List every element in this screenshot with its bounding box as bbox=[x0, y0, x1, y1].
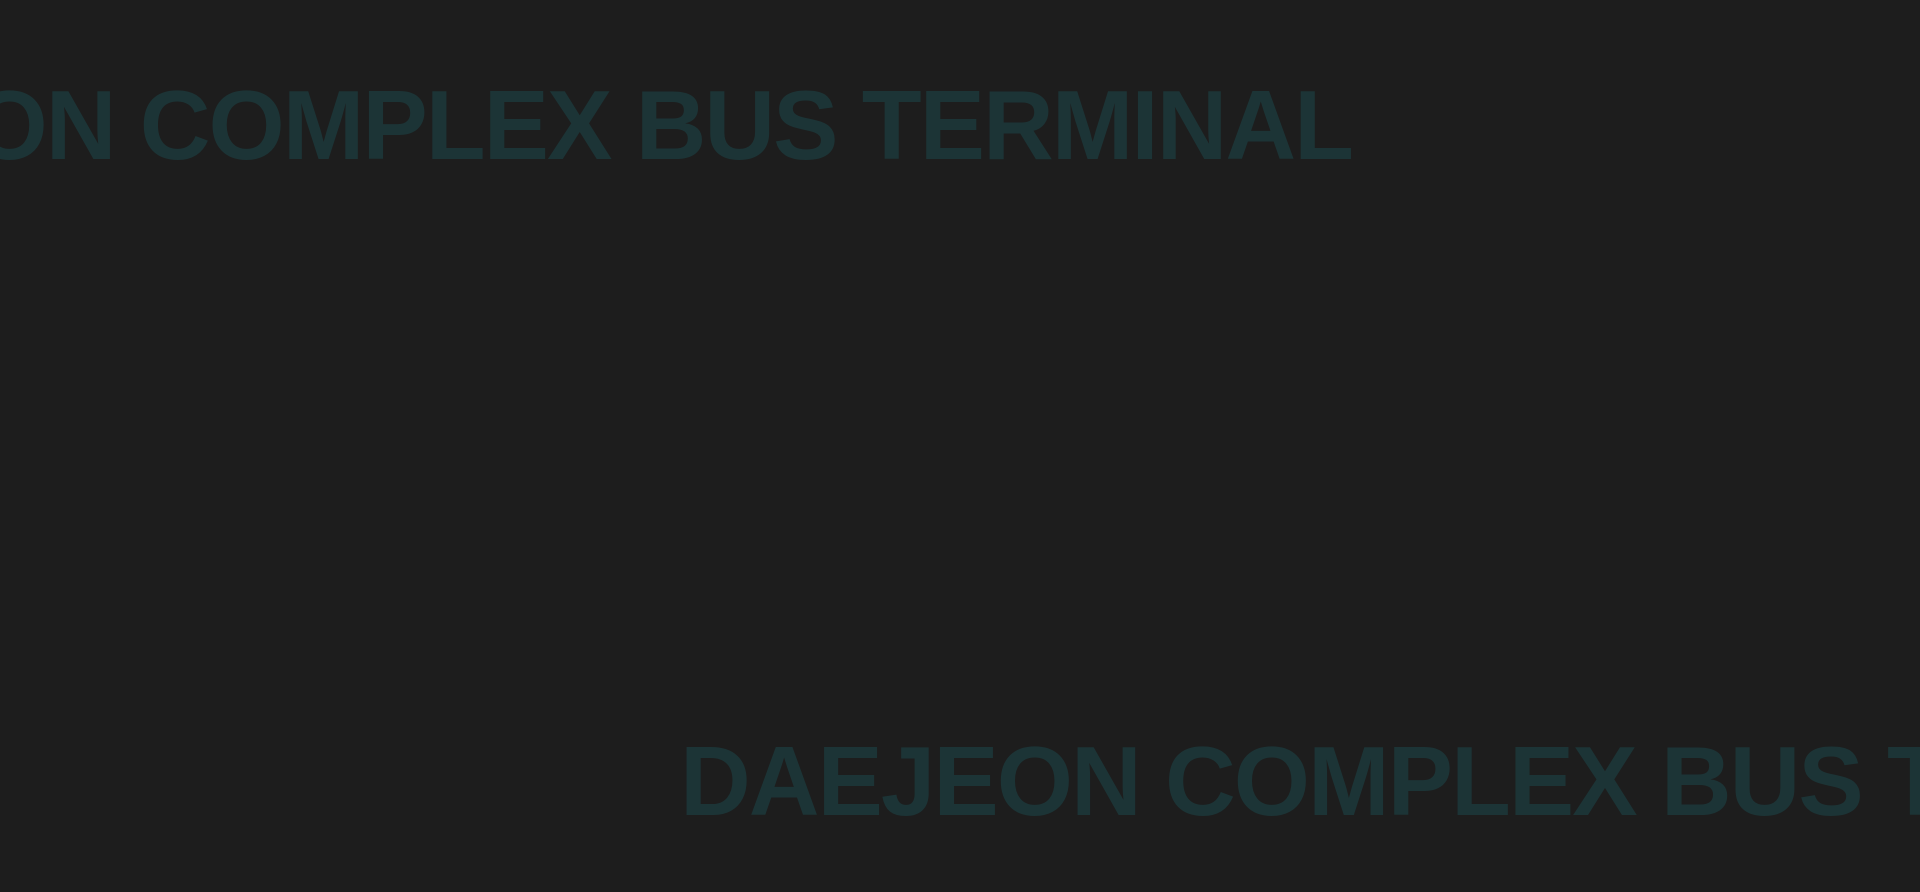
marquee-top-text: Daejeon Complex Bus Terminal bbox=[0, 70, 1354, 180]
marquee-stage: Daejeon Complex Bus Terminal Daejeon Com… bbox=[0, 0, 1920, 892]
marquee-bottom-text: Daejeon Complex Bus Terminal bbox=[680, 726, 1920, 836]
